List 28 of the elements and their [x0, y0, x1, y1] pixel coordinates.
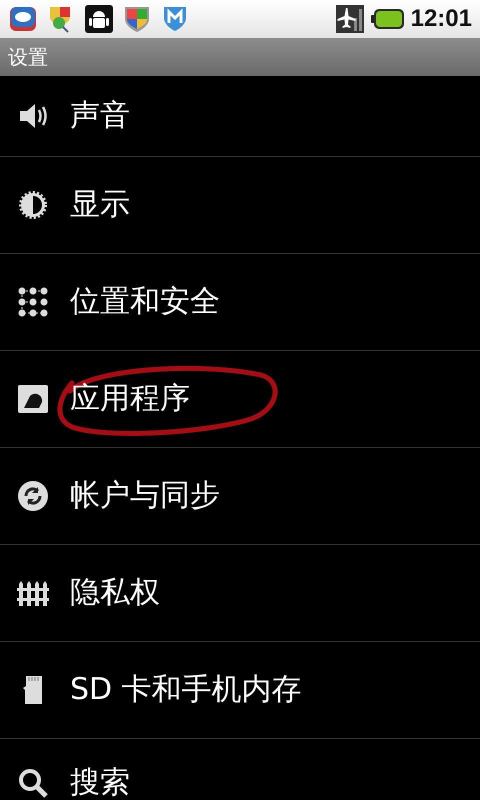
- item-label: 搜索: [70, 766, 130, 800]
- settings-item[interactable]: 位置和安全: [0, 254, 480, 351]
- settings-item[interactable]: 声音: [0, 76, 480, 157]
- battery-icon: [370, 8, 405, 30]
- item-label: 帐户与同步: [70, 478, 220, 514]
- item-label: 位置和安全: [70, 284, 220, 320]
- settings-item[interactable]: 应用程序: [0, 351, 480, 448]
- settings-item[interactable]: SD 卡和手机内存: [0, 642, 480, 739]
- settings-item[interactable]: 显示: [0, 157, 480, 254]
- settings-item[interactable]: 帐户与同步: [0, 448, 480, 545]
- search-icon: [16, 766, 50, 800]
- android-box-icon: [16, 382, 50, 416]
- dot-grid-icon: [16, 285, 50, 319]
- item-label: 应用程序: [70, 381, 190, 417]
- sync-icon: [16, 479, 50, 513]
- android-robot-icon: [84, 4, 114, 34]
- settings-item[interactable]: 搜索: [0, 739, 480, 800]
- item-label: 声音: [70, 98, 130, 134]
- clock-time: 12:01: [410, 5, 472, 33]
- shield-icon: [122, 4, 152, 34]
- settings-item[interactable]: 隐私权: [0, 545, 480, 642]
- airplane-signal-icon: [334, 4, 365, 34]
- app-badge-icon: [8, 4, 38, 34]
- item-label: SD 卡和手机内存: [70, 672, 302, 708]
- item-label: 显示: [70, 187, 130, 223]
- sun-icon: [16, 188, 50, 222]
- screen-title: 设置: [8, 44, 48, 70]
- item-label: 隐私权: [70, 575, 160, 611]
